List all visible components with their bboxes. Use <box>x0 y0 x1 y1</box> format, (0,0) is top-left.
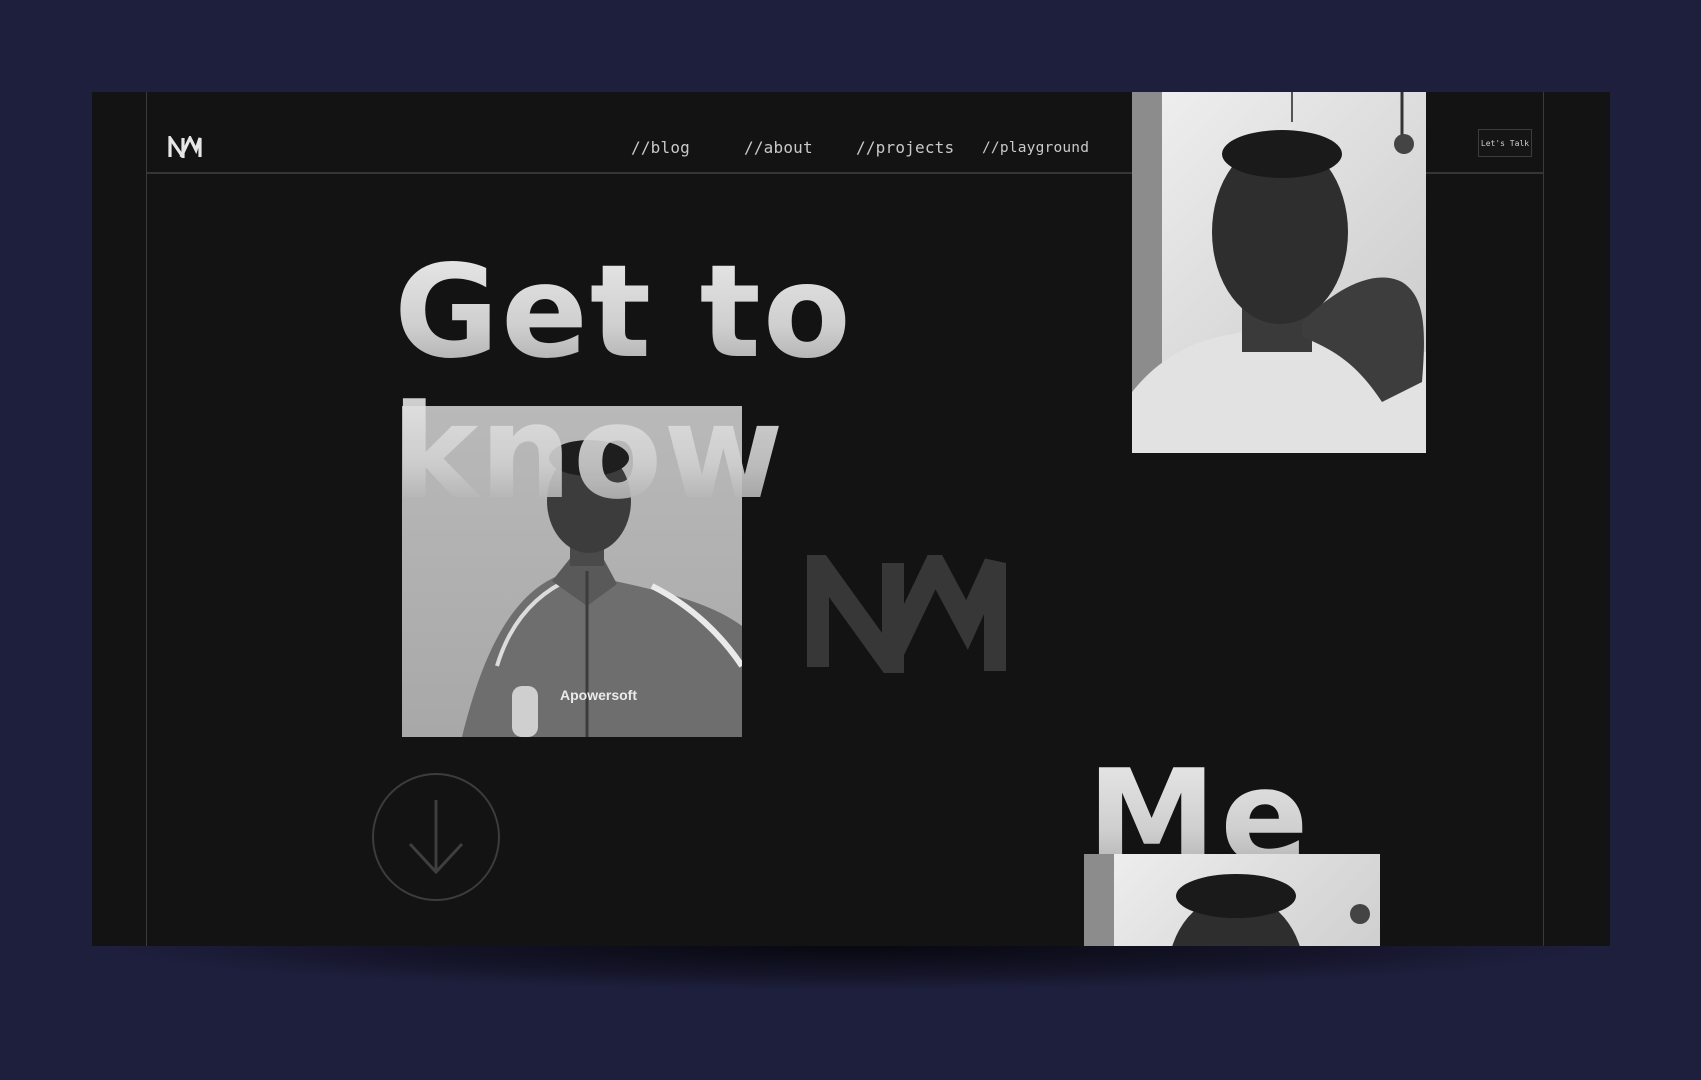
photo-watermark: Apowersoft <box>560 687 637 703</box>
portrait-photo-top <box>1132 92 1426 453</box>
site-frame: //blog //about //projects //playground L… <box>92 92 1610 946</box>
portrait-photo-bottom <box>1084 854 1380 946</box>
nm-monogram-icon[interactable] <box>168 136 202 158</box>
frame-right-rule <box>1543 92 1544 946</box>
frame-left-rule <box>146 92 147 946</box>
lets-talk-button[interactable]: Let's Talk <box>1478 129 1532 157</box>
person-selfie-crop-illustration <box>1084 854 1370 946</box>
nav-blog-link[interactable]: //blog <box>631 138 690 157</box>
nav-playground-link[interactable]: //playground <box>982 140 1089 156</box>
nav-about-link[interactable]: //about <box>744 138 813 157</box>
hero-line-get-to: Get to <box>394 238 853 387</box>
monogram-watermark-icon <box>807 555 1006 673</box>
nav-projects-link[interactable]: //projects <box>856 138 954 157</box>
hero-line-know: know <box>392 376 785 528</box>
arrow-down-icon <box>408 800 464 875</box>
person-selfie-illustration <box>1132 92 1426 453</box>
scroll-down-button[interactable] <box>372 773 500 901</box>
